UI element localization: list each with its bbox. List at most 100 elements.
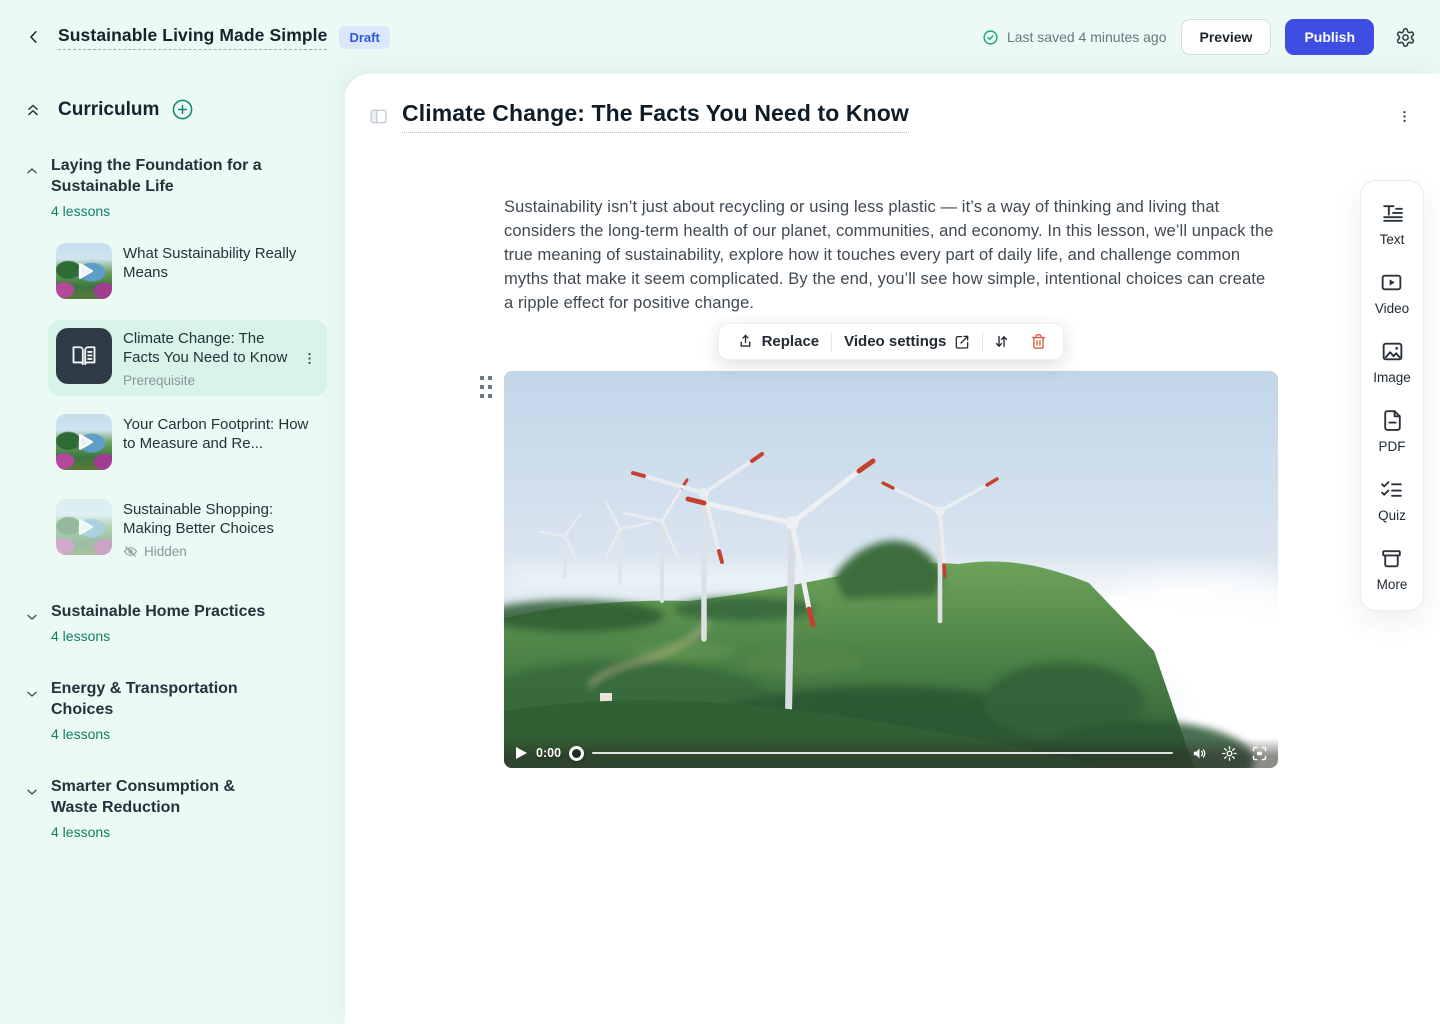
- arrow-up-down-icon: [993, 333, 1010, 350]
- text-icon: [1380, 201, 1405, 226]
- volume-button[interactable]: [1191, 745, 1208, 762]
- video-thumbnail: [504, 371, 1278, 768]
- fullscreen-icon: [1251, 745, 1268, 762]
- tool-text[interactable]: Text: [1380, 201, 1405, 247]
- panel-left-icon: [369, 108, 388, 125]
- volume-icon: [1191, 745, 1208, 762]
- lesson-kebab-menu[interactable]: [300, 346, 319, 371]
- tool-label: Image: [1373, 370, 1411, 385]
- play-icon: [71, 258, 97, 284]
- video-player[interactable]: 0:00: [504, 371, 1278, 768]
- replace-label: Replace: [762, 333, 820, 350]
- lesson-item[interactable]: Your Carbon Footprint: How to Measure an…: [48, 406, 327, 478]
- pdf-icon: [1380, 408, 1405, 433]
- section-header[interactable]: Laying the Foundation for a Sustainable …: [0, 155, 345, 219]
- check-circle-icon: [982, 29, 999, 46]
- chevron-up-icon: [24, 163, 40, 179]
- lesson-video-thumbnail: [56, 414, 112, 470]
- tool-label: PDF: [1379, 439, 1406, 454]
- lesson-title: Your Carbon Footprint: How to Measure an…: [123, 416, 319, 454]
- add-section-button[interactable]: [171, 98, 194, 121]
- curriculum-section: Smarter Consumption & Waste Reduction 4 …: [0, 776, 345, 840]
- section-header[interactable]: Smarter Consumption & Waste Reduction 4 …: [0, 776, 345, 840]
- lesson-item-selected[interactable]: Climate Change: The Facts You Need to Kn…: [48, 320, 327, 396]
- chevron-down-icon: [24, 609, 40, 625]
- section-lesson-count: 4 lessons: [51, 824, 327, 840]
- tool-label: Text: [1380, 232, 1405, 247]
- current-time: 0:00: [536, 746, 561, 760]
- kebab-icon: [1397, 108, 1412, 125]
- lesson-paragraph[interactable]: Sustainability isn’t just about recyclin…: [504, 195, 1278, 315]
- eye-off-icon: [123, 544, 138, 559]
- seek-track[interactable]: [592, 752, 1173, 754]
- status-badge: Draft: [339, 26, 389, 49]
- video-controls-bar: 0:00: [504, 738, 1278, 768]
- fullscreen-button[interactable]: [1251, 745, 1268, 762]
- lesson-options-menu[interactable]: [1393, 102, 1416, 131]
- chevron-left-icon: [25, 28, 43, 46]
- curriculum-section: Energy & Transportation Choices 4 lesson…: [0, 678, 345, 742]
- curriculum-section: Laying the Foundation for a Sustainable …: [0, 155, 345, 567]
- curriculum-sidebar: Curriculum Laying the Foundation for a S…: [0, 74, 345, 1024]
- lesson-meta-hidden: Hidden: [144, 544, 187, 559]
- section-title: Energy & Transportation Choices: [51, 678, 281, 720]
- tool-label: Quiz: [1378, 508, 1406, 523]
- sidebar-toggle-button[interactable]: [369, 108, 388, 125]
- curriculum-header: Curriculum: [0, 98, 345, 121]
- chevron-down-icon: [24, 686, 40, 702]
- play-icon: [514, 746, 528, 760]
- lesson-item-hidden[interactable]: Sustainable Shopping: Making Better Choi…: [48, 491, 327, 567]
- video-block-toolbar: Replace Video settings: [718, 323, 1065, 360]
- player-settings-button[interactable]: [1221, 745, 1238, 762]
- drag-handle[interactable]: [479, 374, 493, 400]
- lesson-video-thumbnail: [56, 243, 112, 299]
- section-lesson-count: 4 lessons: [51, 628, 327, 644]
- settings-gear-button[interactable]: [1390, 22, 1420, 52]
- video-block: 0:00: [504, 371, 1278, 768]
- section-title: Sustainable Home Practices: [51, 601, 281, 622]
- lesson-video-thumbnail: [56, 499, 112, 555]
- book-open-icon: [70, 342, 98, 370]
- video-settings-button[interactable]: Video settings: [832, 324, 982, 359]
- tool-label: More: [1377, 577, 1408, 592]
- move-block-button[interactable]: [983, 324, 1020, 359]
- last-saved-text: Last saved 4 minutes ago: [1007, 29, 1167, 45]
- lesson-content: Sustainability isn’t just about recyclin…: [504, 195, 1278, 768]
- section-header[interactable]: Energy & Transportation Choices 4 lesson…: [0, 678, 345, 742]
- chevrons-up-icon: [24, 101, 42, 119]
- section-lesson-count: 4 lessons: [51, 726, 327, 742]
- play-icon: [71, 429, 97, 455]
- lesson-reading-tile: [56, 328, 112, 384]
- publish-button[interactable]: Publish: [1285, 19, 1374, 55]
- top-bar: Sustainable Living Made Simple Draft Las…: [0, 0, 1440, 74]
- back-button[interactable]: [20, 23, 48, 51]
- tool-video[interactable]: Video: [1375, 270, 1409, 316]
- tool-more[interactable]: More: [1377, 546, 1408, 592]
- external-link-icon: [954, 334, 970, 350]
- seek-knob[interactable]: [569, 746, 584, 761]
- block-tools-panel: Text Video Image PDF Quiz More: [1360, 180, 1424, 611]
- tool-pdf[interactable]: PDF: [1379, 408, 1406, 454]
- curriculum-title: Curriculum: [58, 99, 159, 121]
- collapse-all-button[interactable]: [24, 101, 42, 119]
- lesson-page-title[interactable]: Climate Change: The Facts You Need to Kn…: [402, 100, 909, 133]
- grip-dots-icon: [479, 374, 493, 400]
- tool-quiz[interactable]: Quiz: [1378, 477, 1406, 523]
- lesson-item[interactable]: What Sustainability Really Means: [48, 235, 327, 307]
- tool-image[interactable]: Image: [1373, 339, 1411, 385]
- player-gear-icon: [1221, 745, 1238, 762]
- gear-icon: [1395, 27, 1416, 48]
- lesson-title: Climate Change: The Facts You Need to Kn…: [123, 330, 289, 368]
- section-header[interactable]: Sustainable Home Practices 4 lessons: [0, 601, 345, 644]
- preview-button[interactable]: Preview: [1181, 19, 1272, 55]
- delete-block-button[interactable]: [1020, 324, 1057, 359]
- last-saved-status: Last saved 4 minutes ago: [982, 29, 1167, 46]
- kebab-icon: [302, 350, 317, 367]
- course-title[interactable]: Sustainable Living Made Simple: [58, 25, 327, 50]
- replace-video-button[interactable]: Replace: [725, 324, 832, 359]
- video-settings-label: Video settings: [844, 333, 946, 350]
- curriculum-section: Sustainable Home Practices 4 lessons: [0, 601, 345, 644]
- play-button[interactable]: [514, 746, 528, 760]
- lesson-editor-card: Climate Change: The Facts You Need to Kn…: [345, 74, 1440, 1024]
- trash-icon: [1030, 333, 1047, 350]
